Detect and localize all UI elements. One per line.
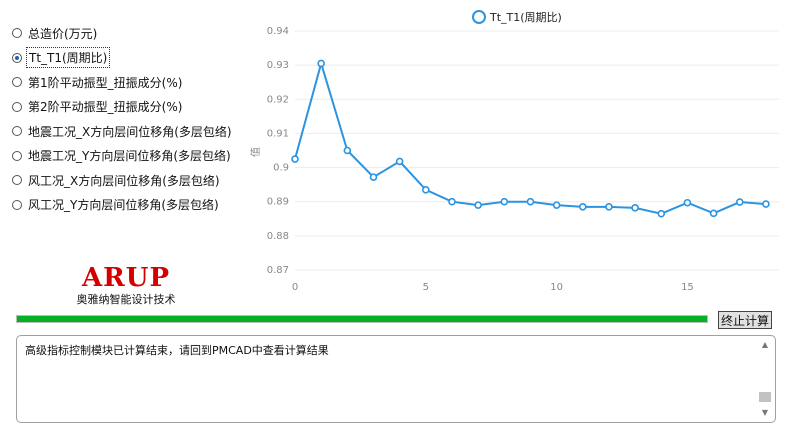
chart-grid [295, 30, 779, 271]
legend-marker [472, 10, 486, 24]
radio-option[interactable]: 风工况_Y方向层间位移角(多层包络) [12, 196, 219, 214]
data-point[interactable] [709, 209, 718, 218]
x-axis: 0 5 10 15 [292, 282, 694, 293]
series-line-group [291, 59, 770, 218]
logo-main-text: ARUP [81, 263, 170, 293]
radio-button-icon[interactable] [12, 101, 22, 112]
data-point[interactable] [448, 197, 456, 206]
radio-button-icon[interactable] [12, 199, 22, 210]
scroll-down-icon[interactable]: ▼ [757, 406, 773, 420]
data-point[interactable] [552, 201, 561, 209]
data-point[interactable] [369, 173, 378, 181]
x-tick-label: 10 [550, 282, 563, 293]
arup-logo: ARUP 奥雅纳智能设计技术 [56, 264, 196, 306]
log-scrollbar[interactable]: ▲ ▼ [757, 338, 773, 420]
y-tick-label: 0.87 [267, 265, 289, 276]
y-tick-label: 0.91 [267, 128, 289, 139]
data-point[interactable] [683, 198, 692, 207]
x-tick-label: 15 [681, 282, 694, 293]
radio-option-label: 地震工况_Y方向层间位移角(多层包络) [28, 149, 231, 163]
x-tick-label: 5 [423, 282, 429, 293]
series-line [294, 59, 766, 215]
chart-legend[interactable]: Tt_T1(周期比) [472, 10, 562, 24]
log-message: 高级指标控制模块已计算结束，请回到PMCAD中查看计算结果 [25, 344, 329, 357]
y-tick-label: 0.92 [267, 94, 289, 105]
radio-option-label: 风工况_X方向层间位移角(多层包络) [28, 173, 220, 188]
data-point[interactable] [605, 203, 613, 211]
data-point[interactable] [291, 155, 299, 163]
radio-button-icon[interactable] [12, 175, 22, 185]
y-tick-label: 0.94 [267, 26, 289, 37]
radio-option[interactable]: 第2阶平动振型_扭振成分(%) [12, 98, 182, 116]
y-axis: 0.87 0.88 0.89 0.9 0.91 0.92 0.93 0.94 [267, 26, 289, 276]
data-point[interactable] [317, 59, 325, 68]
scroll-thumb[interactable] [759, 392, 771, 402]
y-axis-label: 值 [250, 147, 262, 157]
y-tick-label: 0.9 [273, 163, 289, 174]
log-output-textarea[interactable]: 高级指标控制模块已计算结束，请回到PMCAD中查看计算结果 ▲ ▼ [16, 335, 776, 423]
y-tick-label: 0.93 [267, 60, 289, 71]
radio-option[interactable]: 第1阶平动振型_扭振成分(%) [12, 73, 182, 91]
data-point[interactable] [631, 204, 639, 212]
data-point[interactable] [395, 157, 404, 166]
progress-bar [16, 315, 708, 323]
data-point[interactable] [343, 146, 352, 155]
data-point[interactable] [526, 197, 535, 206]
radio-option[interactable]: 地震工况_X方向层间位移角(多层包络) [12, 122, 232, 140]
progress-bar-fill [17, 316, 707, 322]
x-tick-label: 0 [292, 282, 298, 293]
line-chart: 0.87 0.88 0.89 0.9 0.91 0.92 0.93 0.94 0 5 10 15 值… [250, 10, 779, 293]
data-point[interactable] [657, 209, 666, 218]
radio-option[interactable]: 风工况_X方向层间位移角(多层包络) [12, 171, 220, 189]
data-point[interactable] [500, 197, 509, 206]
radio-option[interactable]: Tt_T1(周期比) [12, 47, 111, 68]
radio-option-label: 总造价(万元) [28, 26, 98, 41]
radio-option[interactable]: 地震工况_Y方向层间位移角(多层包络) [12, 147, 231, 165]
radio-option-label: 第1阶平动振型_扭振成分(%) [28, 75, 183, 90]
scroll-up-icon[interactable]: ▲ [757, 338, 773, 352]
data-point[interactable] [422, 185, 430, 194]
radio-option-label: 地震工况_X方向层间位移角(多层包络) [28, 124, 232, 139]
radio-button-icon[interactable] [12, 28, 22, 38]
radio-option-label: Tt_T1(周期比) [25, 47, 111, 68]
data-point[interactable] [735, 198, 744, 206]
radio-button-icon[interactable] [12, 77, 22, 87]
logo-subtitle: 奥雅纳智能设计技术 [76, 293, 176, 306]
legend-label: Tt_T1(周期比) [489, 11, 562, 24]
y-tick-label: 0.88 [267, 231, 289, 242]
radio-button-icon[interactable] [12, 52, 22, 63]
radio-option[interactable]: 总造价(万元) [12, 24, 97, 42]
data-point[interactable] [474, 201, 482, 209]
stop-calculation-button[interactable]: 终止计算 [718, 311, 772, 329]
y-tick-label: 0.89 [267, 197, 289, 208]
radio-option-label: 风工况_Y方向层间位移角(多层包络) [28, 198, 219, 212]
radio-button-icon[interactable] [12, 150, 22, 161]
radio-button-icon[interactable] [12, 126, 22, 136]
data-point[interactable] [578, 203, 587, 211]
radio-option-label: 第2阶平动振型_扭振成分(%) [28, 100, 183, 114]
data-point[interactable] [762, 200, 770, 208]
